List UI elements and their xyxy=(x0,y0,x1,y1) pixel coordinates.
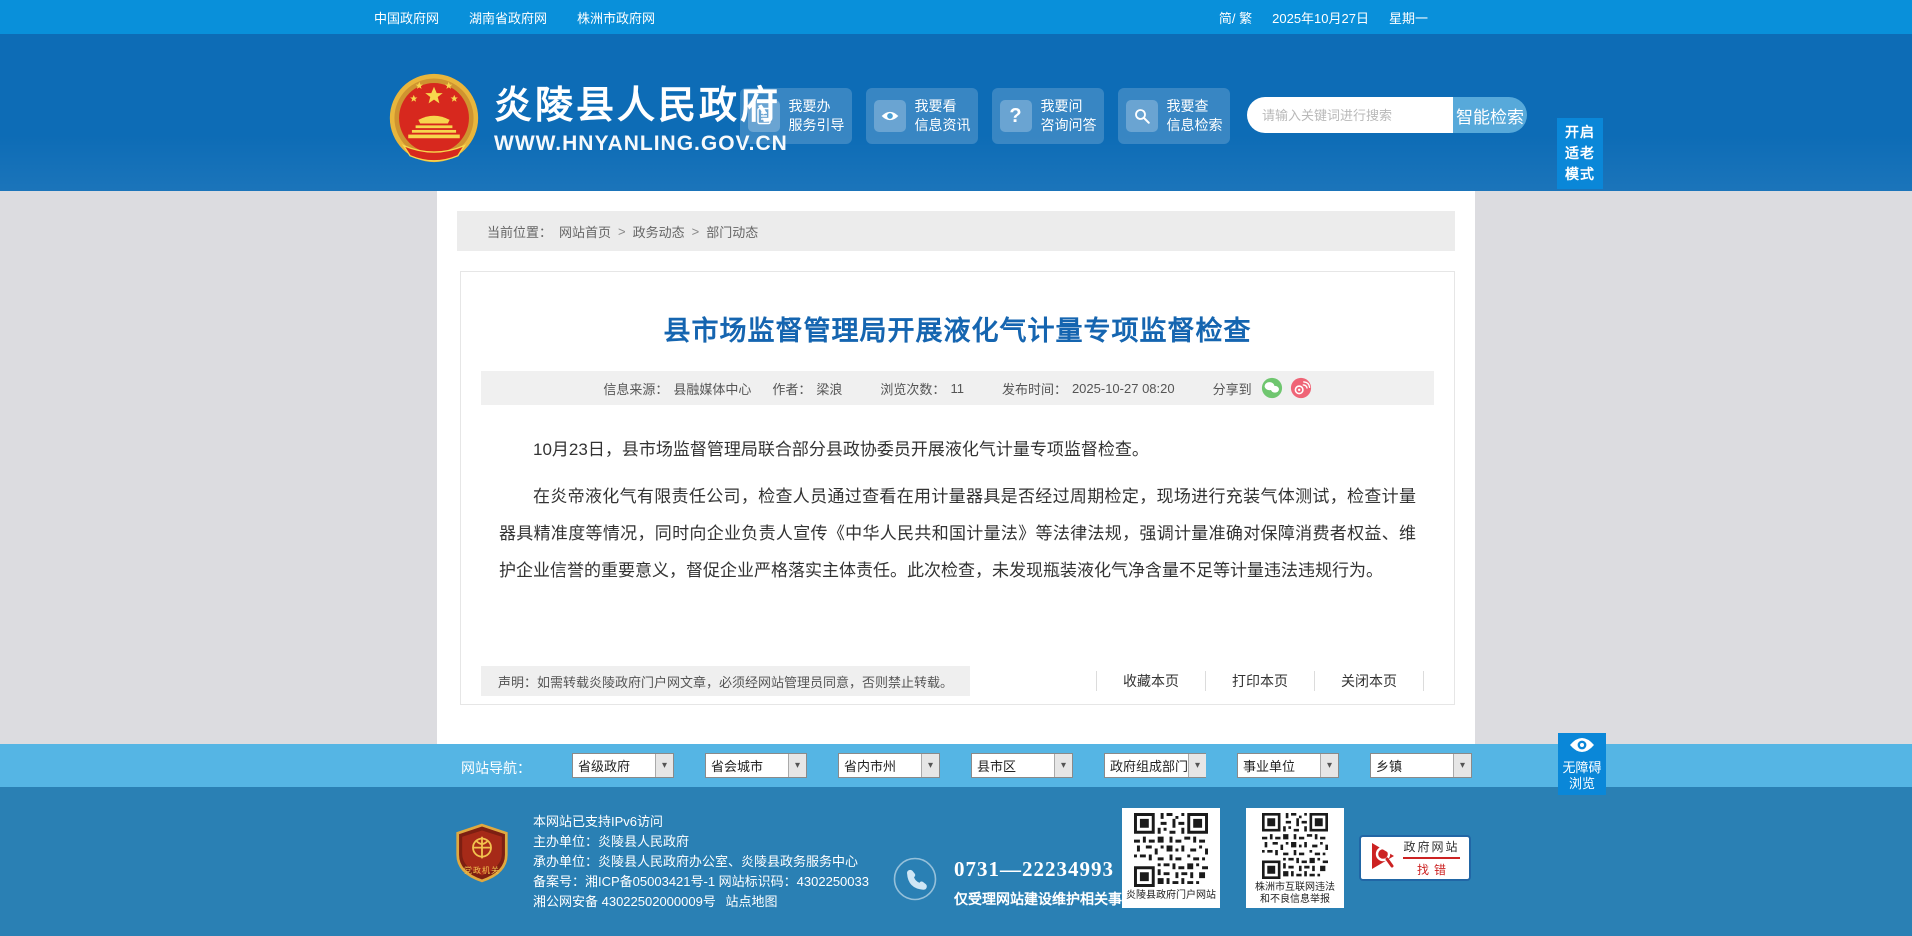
author-label: 作者： xyxy=(772,381,812,397)
site-nav-select-departments[interactable]: 政府组成部门 ▾ xyxy=(1104,753,1207,778)
site-nav-band: 网站导航： 省级政府 ▾ 省会城市 ▾ 省内市州 ▾ 县市区 ▾ 政府组成部门 … xyxy=(0,744,1912,787)
chevron-down-icon: ▾ xyxy=(1188,754,1207,777)
quick-button-ask[interactable]: ? 我要问 咨询问答 xyxy=(992,88,1104,144)
qr-portal-caption: 炎陵县政府门户网站 xyxy=(1126,890,1216,901)
beian-line: 湘公网安备 43022502000009号 xyxy=(533,894,716,909)
smart-search-button[interactable]: 智能检索 xyxy=(1453,97,1527,133)
publish-label: 发布时间： xyxy=(1001,381,1067,397)
bookmark-page-button[interactable]: 收藏本页 xyxy=(1096,671,1205,691)
qr-report-caption-line1: 株洲市互联网违法 xyxy=(1255,882,1335,893)
weibo-share-icon[interactable] xyxy=(1290,377,1312,399)
views-label: 浏览次数： xyxy=(880,381,946,397)
accessibility-button[interactable]: 无障碍浏览 xyxy=(1558,733,1606,795)
elder-mode-button[interactable]: 开启适老模式 xyxy=(1557,118,1603,189)
quick-button-news[interactable]: 我要看 信息资讯 xyxy=(866,88,978,144)
footer-phone: 0731—22234993 仅受理网站建设维护相关事宜 xyxy=(893,857,1136,909)
paragraph: 在炎帝液化气有限责任公司，检查人员通过查看在用计量器具是否经过周期检定，现场进行… xyxy=(499,487,1416,580)
site-nav-label: 网站导航： xyxy=(461,760,531,776)
phone-number: 0731—22234993 xyxy=(954,857,1114,881)
eye-icon xyxy=(1569,737,1595,758)
link-china-gov[interactable]: 中国政府网 xyxy=(374,8,439,27)
article-meta-bar: 信息来源： 县融媒体中心 作者： 梁浪 浏览次数： 11 发布时间： 2025-… xyxy=(481,371,1434,405)
breadcrumb: 当前位置： 网站首页 > 政务动态 > 部门动态 xyxy=(457,211,1455,251)
site-nav-select-city[interactable]: 省内市州 ▾ xyxy=(838,753,940,778)
question-icon: ? xyxy=(999,100,1032,132)
sitemap-link[interactable]: 站点地图 xyxy=(725,894,777,909)
author-value: 梁浪 xyxy=(816,381,843,397)
document-icon xyxy=(747,100,780,132)
icp-line: 备案号：湘ICP备05003421号-1 网站标识码：4302250033 xyxy=(533,874,869,889)
phone-note: 仅受理网站建设维护相关事宜 xyxy=(954,891,1136,907)
article-body: 10月23日，县市场监督管理局联合部分县政协委员开展液化气计量专项监督检查。 在… xyxy=(499,431,1416,589)
breadcrumb-zhengwu[interactable]: 政务动态 xyxy=(633,222,685,241)
breadcrumb-bumen[interactable]: 部门动态 xyxy=(706,222,758,241)
phone-icon xyxy=(893,857,937,909)
site-nav-select-towns[interactable]: 乡镇 ▾ xyxy=(1370,753,1472,778)
ipv6-line: 本网站已支持IPv6访问 xyxy=(533,814,664,829)
site-nav-select-institutions[interactable]: 事业单位 ▾ xyxy=(1237,753,1339,778)
chevron-down-icon: ▾ xyxy=(655,754,673,777)
site-nav-select-county[interactable]: 县市区 ▾ xyxy=(971,753,1073,778)
breadcrumb-label: 当前位置： xyxy=(487,224,553,240)
site-nav-select-province[interactable]: 省级政府 ▾ xyxy=(572,753,674,778)
print-page-button[interactable]: 打印本页 xyxy=(1205,671,1314,691)
close-page-button[interactable]: 关闭本页 xyxy=(1314,671,1424,691)
qr-report-caption-line2: 和不良信息举报 xyxy=(1260,894,1330,905)
chevron-right-icon: > xyxy=(618,223,626,239)
site-search: 智能检索 xyxy=(1247,97,1527,133)
chevron-down-icon: ▾ xyxy=(1453,754,1471,777)
content-container: 当前位置： 网站首页 > 政务动态 > 部门动态 县市场监督管理局开展液化气计量… xyxy=(437,191,1475,744)
quick-button-search[interactable]: 我要查 信息检索 xyxy=(1118,88,1230,144)
chevron-down-icon: ▾ xyxy=(921,754,939,777)
national-emblem-icon xyxy=(388,72,480,169)
lang-toggle[interactable]: 简/ 繁 xyxy=(1219,8,1252,27)
gov-links: 中国政府网 湖南省政府网 株洲市政府网 xyxy=(366,8,655,27)
site-nav-select-capital[interactable]: 省会城市 ▾ xyxy=(705,753,807,778)
chevron-down-icon: ▾ xyxy=(1320,754,1338,777)
current-date: 2025年10月27日 xyxy=(1272,10,1369,26)
breadcrumb-home[interactable]: 网站首页 xyxy=(559,222,611,241)
footer-info: 本网站已支持IPv6访问 主办单位：炎陵县人民政府 承办单位：炎陵县人民政府办公… xyxy=(533,812,869,912)
chevron-down-icon: ▾ xyxy=(1054,754,1072,777)
link-hunan-gov[interactable]: 湖南省政府网 xyxy=(469,8,547,27)
error-magnifier-icon xyxy=(1370,841,1396,876)
qr-report-site: 株洲市互联网违法 和不良信息举报 xyxy=(1246,808,1344,908)
quick-service-buttons: 我要办 服务引导 我要看 信息资讯 ? 我要问 咨询问答 我要查 信息检索 xyxy=(740,88,1230,144)
search-icon xyxy=(1125,100,1158,132)
publish-value: 2025-10-27 08:20 xyxy=(1071,380,1175,396)
website-error-report-badge[interactable]: 政府网站 找错 xyxy=(1359,835,1471,881)
wechat-share-icon[interactable] xyxy=(1261,377,1283,399)
current-weekday: 星期一 xyxy=(1388,10,1428,26)
top-utility-bar: 中国政府网 湖南省政府网 株洲市政府网 简/ 繁 2025年10月27日 星期一 xyxy=(0,0,1912,34)
share-label: 分享到 xyxy=(1212,381,1252,397)
host-line: 主办单位：炎陵县人民政府 xyxy=(533,834,690,849)
site-footer: 党政机关 本网站已支持IPv6访问 主办单位：炎陵县人民政府 承办单位：炎陵县人… xyxy=(0,787,1912,936)
gov-agency-badge[interactable]: 党政机关 xyxy=(455,823,509,883)
chevron-down-icon: ▾ xyxy=(788,754,806,777)
eye-icon xyxy=(873,100,906,132)
search-input[interactable] xyxy=(1247,97,1453,133)
source-label: 信息来源： xyxy=(603,381,669,397)
organizer-line: 承办单位：炎陵县人民政府办公室、炎陵县政务服务中心 xyxy=(533,854,859,869)
qr-portal-site: 炎陵县政府门户网站 xyxy=(1122,808,1220,908)
paragraph: 10月23日，县市场监督管理局联合部分县政协委员开展液化气计量专项监督检查。 xyxy=(533,440,1149,459)
copyright-declaration: 声明：如需转载炎陵政府门户网文章，必须经网站管理员同意，否则禁止转载。 xyxy=(481,666,971,696)
article-title: 县市场监督管理局开展液化气计量专项监督检查 xyxy=(663,316,1252,346)
source-value: 县融媒体中心 xyxy=(673,381,752,397)
quick-button-service[interactable]: 我要办 服务引导 xyxy=(740,88,852,144)
page-actions: 收藏本页 打印本页 关闭本页 xyxy=(1096,666,1424,696)
link-zhuzhou-gov[interactable]: 株洲市政府网 xyxy=(577,8,655,27)
article-card: 县市场监督管理局开展液化气计量专项监督检查 信息来源： 县融媒体中心 作者： 梁… xyxy=(460,271,1455,705)
chevron-right-icon: > xyxy=(691,223,700,239)
main-content-area: 当前位置： 网站首页 > 政务动态 > 部门动态 县市场监督管理局开展液化气计量… xyxy=(0,191,1912,744)
views-value: 11 xyxy=(950,380,964,396)
site-logo[interactable]: 炎陵县人民政府 WWW.HNYANLING.GOV.CN xyxy=(388,72,788,169)
